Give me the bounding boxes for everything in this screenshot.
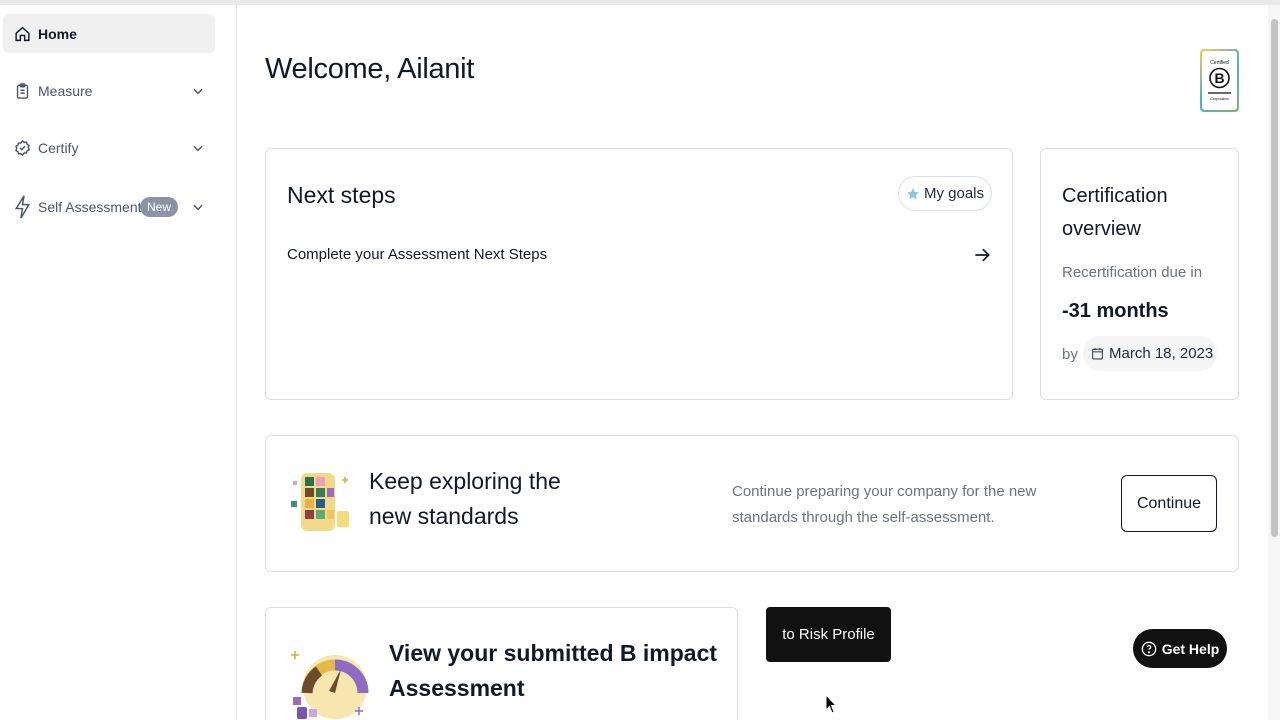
- badge-check-icon: [15, 139, 30, 156]
- scrollbar-thumb[interactable]: [1271, 19, 1278, 537]
- by-label: by: [1062, 346, 1078, 363]
- scrollbar[interactable]: [1268, 5, 1280, 720]
- risk-profile-button[interactable]: to Risk Profile: [766, 607, 891, 662]
- recertification-months: -31 months: [1062, 300, 1169, 322]
- get-help-button[interactable]: Get Help: [1133, 629, 1227, 668]
- sidebar-item-label: Self Assessment: [38, 198, 142, 215]
- new-badge: New: [140, 196, 179, 217]
- clipboard-icon: [16, 82, 29, 99]
- page-title: Welcome, Ailanit: [265, 53, 475, 85]
- due-date-pill: March 18, 2023: [1083, 336, 1217, 371]
- certification-overview-card: Certification overview Recertification d…: [1040, 148, 1239, 400]
- b-corp-logo: Certified B Corporation: [1200, 49, 1239, 112]
- b-corp-logo-mark: Certified B Corporation: [1208, 60, 1231, 101]
- standards-illustration: [291, 473, 349, 531]
- lightning-icon: [14, 195, 31, 218]
- sidebar-item-home[interactable]: Home: [3, 14, 215, 53]
- chevron-down-icon[interactable]: [191, 141, 205, 155]
- sidebar-item-label: Home: [38, 25, 77, 42]
- svg-text:Certified: Certified: [1210, 60, 1229, 66]
- mouse-cursor-icon: [825, 694, 837, 714]
- my-goals-button[interactable]: My goals: [898, 176, 992, 211]
- my-goals-label: My goals: [923, 185, 985, 202]
- next-steps-card: Next steps My goals Complete your Assess…: [265, 148, 1013, 400]
- recertification-label: Recertification due in: [1062, 264, 1203, 281]
- chevron-down-icon[interactable]: [191, 200, 205, 214]
- sidebar-item-label: Measure: [38, 82, 93, 99]
- svg-text:B: B: [1214, 70, 1224, 86]
- continue-button[interactable]: Continue: [1121, 475, 1217, 532]
- view-assessment-card: View your submitted B impact Assessment: [265, 607, 738, 720]
- due-date: March 18, 2023: [1109, 345, 1214, 362]
- help-circle-icon: [1141, 641, 1157, 656]
- certification-title: Certification overview: [1062, 185, 1168, 240]
- next-step-text: Complete your Assessment Next Steps: [287, 246, 548, 263]
- explore-standards-card: Keep exploring the new standards Continu…: [265, 435, 1239, 572]
- calendar-icon: [1092, 348, 1103, 360]
- next-step-link[interactable]: Complete your Assessment Next Steps: [287, 243, 992, 267]
- sidebar-item-certify[interactable]: Certify: [3, 128, 215, 167]
- gauge-illustration: [291, 651, 369, 719]
- get-help-label: Get Help: [1161, 640, 1220, 657]
- next-steps-title: Next steps: [287, 182, 396, 208]
- sidebar-item-label: Certify: [38, 139, 79, 156]
- view-assessment-title: View your submitted B impact Assessment: [389, 640, 718, 701]
- arrow-right-icon[interactable]: [972, 245, 992, 265]
- sidebar: Home Measure Certify Self Assessment New: [0, 5, 237, 720]
- home-icon: [15, 26, 30, 41]
- star-icon: [907, 187, 919, 199]
- chevron-down-icon[interactable]: [191, 84, 205, 98]
- explore-title: Keep exploring the new standards: [369, 468, 561, 529]
- explore-description: Continue preparing your company for the …: [732, 483, 1037, 526]
- svg-text:Corporation: Corporation: [1210, 97, 1229, 101]
- sidebar-item-self-assessment[interactable]: Self Assessment New: [3, 187, 215, 226]
- sidebar-item-measure[interactable]: Measure: [3, 71, 215, 110]
